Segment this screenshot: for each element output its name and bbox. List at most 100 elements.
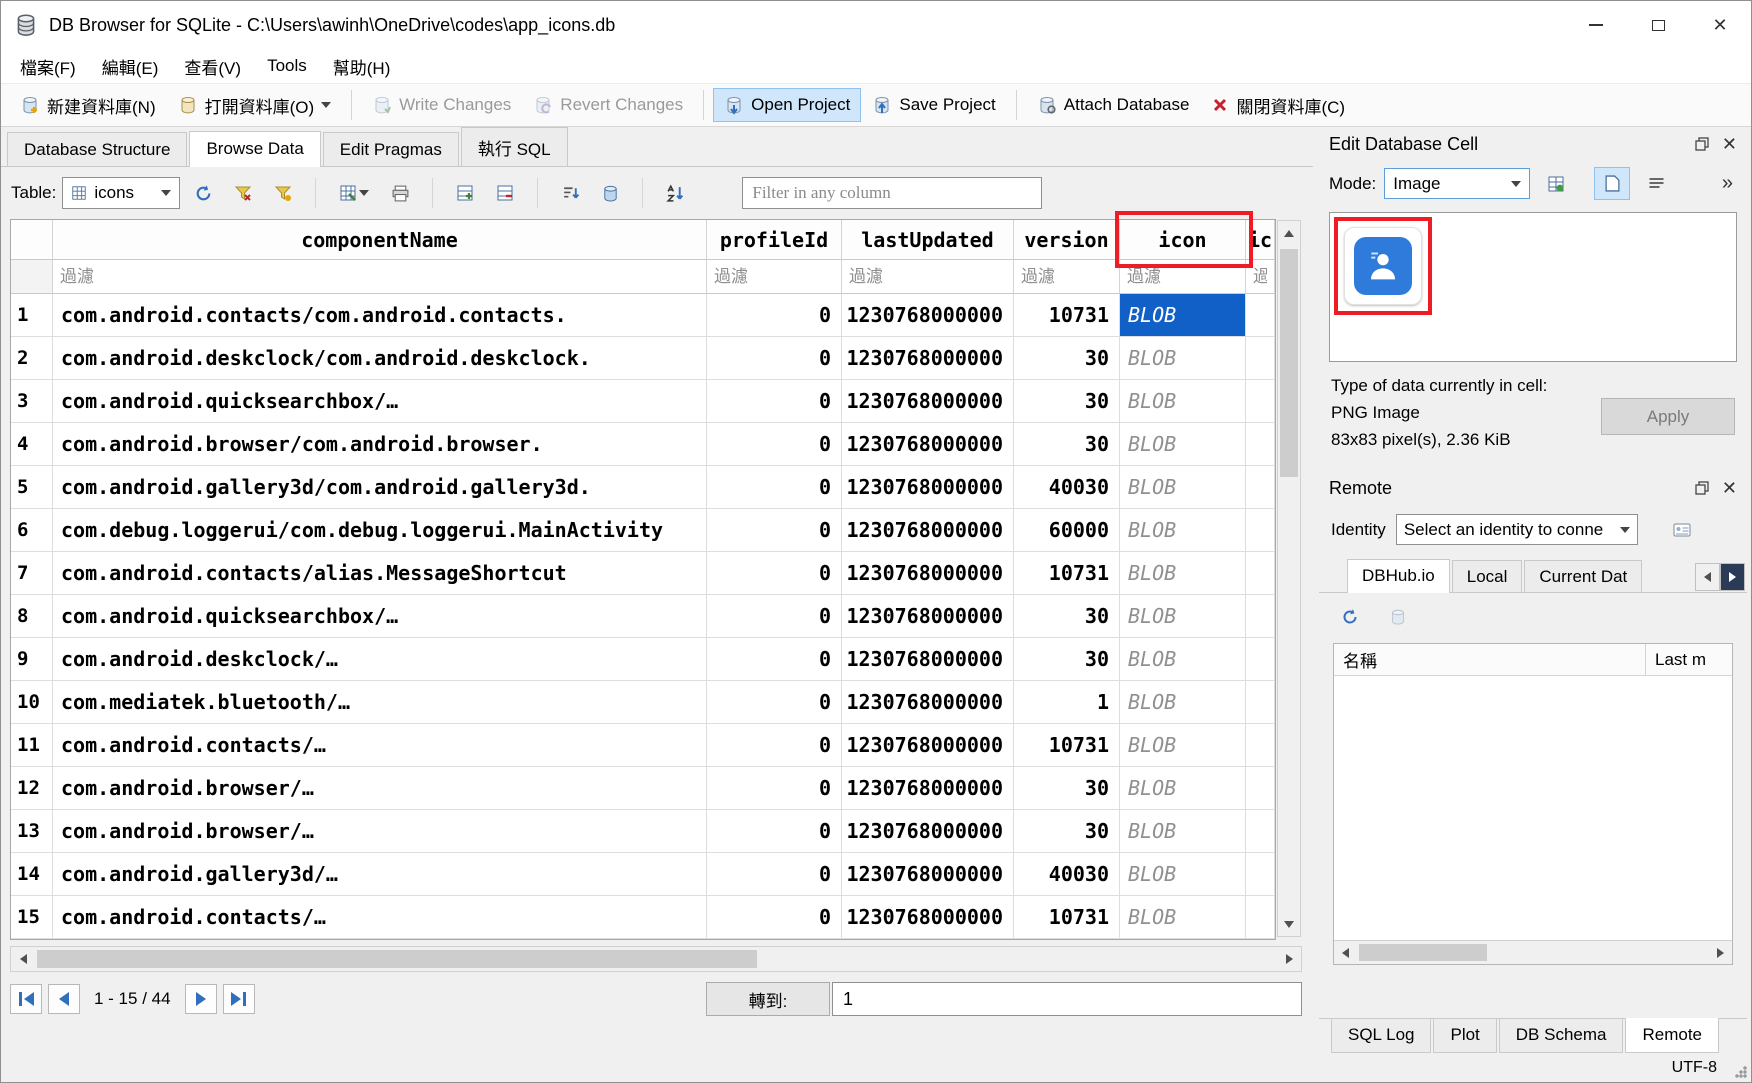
cell-componentName[interactable]: com.android.contacts/… [53, 896, 707, 939]
cell-icon[interactable]: BLOB [1120, 466, 1246, 509]
column-header-clipped[interactable]: ic [1246, 220, 1275, 260]
cell-componentName[interactable]: com.android.browser/com.android.browser. [53, 423, 707, 466]
menu-view[interactable]: 查看(V) [171, 50, 254, 83]
column-filter-version[interactable] [1014, 260, 1119, 293]
cell-icon[interactable]: BLOB [1120, 638, 1246, 681]
cell-profileId[interactable]: 0 [707, 896, 842, 939]
cell-profileId[interactable]: 0 [707, 466, 842, 509]
tab-execute-sql[interactable]: 執行 SQL [461, 127, 568, 166]
save-table-as-button[interactable] [331, 177, 377, 209]
cell-icon[interactable]: BLOB [1120, 767, 1246, 810]
cell-icon[interactable]: BLOB [1120, 294, 1246, 337]
apply-button[interactable]: Apply [1601, 398, 1735, 435]
column-filter-lastUpdated[interactable] [842, 260, 1013, 293]
float-panel-icon[interactable] [1694, 136, 1710, 152]
maximize-button[interactable] [1627, 1, 1689, 49]
tab-scroll-left-button[interactable] [1695, 563, 1720, 591]
row-number[interactable]: 5 [11, 466, 53, 509]
next-page-button[interactable] [185, 984, 217, 1014]
cell-componentName[interactable]: com.android.deskclock/… [53, 638, 707, 681]
cell-profileId[interactable]: 0 [707, 509, 842, 552]
tab-browse-data[interactable]: Browse Data [189, 131, 320, 167]
cell-profileId[interactable]: 0 [707, 423, 842, 466]
attach-database-button[interactable]: Attach Database [1026, 88, 1201, 122]
cell-version[interactable]: 10731 [1014, 724, 1120, 767]
blob-image-thumbnail[interactable] [1344, 227, 1422, 305]
row-number[interactable]: 14 [11, 853, 53, 896]
open-project-button[interactable]: Open Project [713, 88, 861, 122]
cell-icon[interactable]: BLOB [1120, 896, 1246, 939]
cell-version[interactable]: 30 [1014, 810, 1120, 853]
cell-componentName[interactable]: com.android.contacts/alias.MessageShortc… [53, 552, 707, 595]
cell-clipped[interactable] [1246, 767, 1275, 810]
cell-lastUpdated[interactable]: 1230768000000 [842, 423, 1014, 466]
last-page-button[interactable] [223, 984, 255, 1014]
vertical-scrollbar[interactable] [1277, 220, 1301, 937]
cell-lastUpdated[interactable]: 1230768000000 [842, 681, 1014, 724]
remote-scrollbar-thumb[interactable] [1359, 944, 1487, 961]
cell-version[interactable]: 10731 [1014, 896, 1120, 939]
tab-remote[interactable]: Remote [1625, 1018, 1719, 1053]
column-header-icon[interactable]: icon [1120, 220, 1246, 260]
column-header-profileId[interactable]: profileId [707, 220, 842, 260]
remote-list-body[interactable] [1334, 676, 1732, 940]
cell-componentName[interactable]: com.mediatek.bluetooth/… [53, 681, 707, 724]
cell-componentName[interactable]: com.android.deskclock/com.android.deskcl… [53, 337, 707, 380]
cell-lastUpdated[interactable]: 1230768000000 [842, 767, 1014, 810]
column-header-version[interactable]: version [1014, 220, 1120, 260]
column-header-lastUpdated[interactable]: lastUpdated [842, 220, 1014, 260]
horizontal-scrollbar-thumb[interactable] [37, 950, 757, 968]
toolbar-overflow-icon[interactable]: » [1722, 172, 1737, 195]
cell-clipped[interactable] [1246, 638, 1275, 681]
cell-clipped[interactable] [1246, 552, 1275, 595]
cell-version[interactable]: 30 [1014, 595, 1120, 638]
tab-db-schema[interactable]: DB Schema [1499, 1019, 1624, 1053]
cell-version[interactable]: 10731 [1014, 294, 1120, 337]
cell-profileId[interactable]: 0 [707, 767, 842, 810]
insert-record-button[interactable] [448, 177, 482, 209]
menu-help[interactable]: 幫助(H) [320, 50, 404, 83]
identity-settings-button[interactable] [1664, 513, 1700, 546]
open-database-button[interactable]: 打開資料庫(O) [167, 86, 343, 125]
menu-edit[interactable]: 編輯(E) [89, 50, 172, 83]
cell-lastUpdated[interactable]: 1230768000000 [842, 380, 1014, 423]
cell-lastUpdated[interactable]: 1230768000000 [842, 466, 1014, 509]
scroll-left-button[interactable] [1334, 941, 1357, 964]
row-number[interactable]: 8 [11, 595, 53, 638]
column-filter-clipped[interactable] [1246, 260, 1274, 293]
cell-clipped[interactable] [1246, 681, 1275, 724]
cell-componentName[interactable]: com.android.contacts/com.android.contact… [53, 294, 707, 337]
new-database-button[interactable]: 新建資料庫(N) [9, 86, 167, 125]
remote-horizontal-scrollbar[interactable] [1334, 940, 1732, 964]
clear-filters-button[interactable] [226, 177, 260, 209]
tab-local[interactable]: Local [1452, 560, 1523, 592]
delete-record-button[interactable] [488, 177, 522, 209]
cell-version[interactable]: 30 [1014, 423, 1120, 466]
cell-lastUpdated[interactable]: 1230768000000 [842, 896, 1014, 939]
resize-grip-icon[interactable] [1735, 1066, 1747, 1078]
close-database-button[interactable]: 關閉資料庫(C) [1200, 86, 1356, 125]
row-number[interactable]: 15 [11, 896, 53, 939]
previous-page-button[interactable] [48, 984, 80, 1014]
import-data-button[interactable] [1538, 167, 1574, 200]
cell-componentName[interactable]: com.android.quicksearchbox/… [53, 595, 707, 638]
cell-componentName[interactable]: com.android.contacts/… [53, 724, 707, 767]
save-filter-button[interactable] [266, 177, 300, 209]
cell-componentName[interactable]: com.android.gallery3d/com.android.galler… [53, 466, 707, 509]
cell-lastUpdated[interactable]: 1230768000000 [842, 638, 1014, 681]
cell-profileId[interactable]: 0 [707, 810, 842, 853]
format-database-button[interactable] [593, 177, 627, 209]
cell-componentName[interactable]: com.android.browser/… [53, 810, 707, 853]
first-page-button[interactable] [10, 984, 42, 1014]
cell-clipped[interactable] [1246, 380, 1275, 423]
write-changes-button[interactable]: Write Changes [361, 88, 522, 122]
identity-selector[interactable]: Select an identity to conne [1396, 514, 1638, 545]
cell-clipped[interactable] [1246, 294, 1275, 337]
cell-clipped[interactable] [1246, 724, 1275, 767]
cell-componentName[interactable]: com.android.quicksearchbox/… [53, 380, 707, 423]
vertical-scrollbar-thumb[interactable] [1280, 249, 1298, 477]
scroll-right-button[interactable] [1709, 941, 1732, 964]
horizontal-scrollbar[interactable] [10, 946, 1302, 972]
cell-icon[interactable]: BLOB [1120, 595, 1246, 638]
mode-selector[interactable]: Image [1384, 168, 1530, 199]
